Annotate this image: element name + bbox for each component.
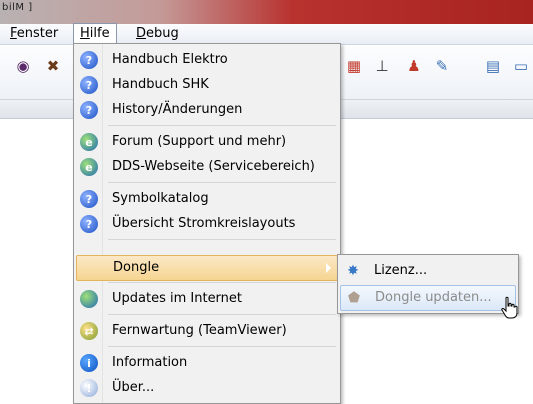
menu-item-label: Fernwartung (TeamViewer) [112, 323, 287, 338]
submenu-item-lizenz[interactable]: ✸ Lizenz... [340, 259, 516, 283]
submenu-item-label: Dongle updaten... [375, 290, 492, 305]
menu-item-dongle[interactable]: Dongle [76, 255, 338, 281]
help-icon: ? [80, 101, 98, 119]
window-title: bilM ] [2, 2, 33, 13]
menu-item-history[interactable]: ? History/Änderungen [76, 98, 338, 122]
menu-item-information[interactable]: i Information [76, 351, 338, 375]
menu-item-label: Dongle [113, 260, 160, 275]
person-icon[interactable]: ♟ [405, 57, 423, 75]
about-icon: ! [80, 379, 98, 397]
menu-debug-label: Debug [136, 26, 179, 41]
text-icon[interactable]: ▭ [512, 57, 530, 75]
submenu-item-dongle-updaten[interactable]: ⬟ Dongle updaten... [340, 285, 516, 311]
teamviewer-icon: ⇄ [80, 322, 98, 340]
menu-item-stromkreislayouts[interactable]: ? Übersicht Stromkreislayouts [76, 212, 338, 236]
menu-item-label: Handbuch SHK [112, 77, 209, 92]
menu-separator [108, 346, 336, 347]
help-icon: ? [80, 190, 98, 208]
menu-item-symbolkatalog[interactable]: ? Symbolkatalog [76, 187, 338, 211]
globe-icon [80, 290, 98, 308]
menu-item-forum[interactable]: e Forum (Support und mehr) [76, 130, 338, 154]
menu-item-label: Handbuch Elektro [112, 52, 228, 67]
web-globe-icon: e [80, 158, 98, 176]
menu-item-label: History/Änderungen [112, 102, 243, 117]
dongle-update-icon: ⬟ [347, 290, 361, 306]
help-icon: ? [80, 51, 98, 69]
eye-icon[interactable]: ◉ [14, 57, 32, 75]
menu-item-label: Information [112, 355, 188, 370]
menu-item-label: Updates im Internet [112, 291, 243, 306]
menu-item-updates[interactable]: Updates im Internet [76, 287, 338, 311]
menu-separator [108, 125, 336, 126]
menu-item-label: Forum (Support und mehr) [112, 134, 287, 149]
table-icon[interactable]: ▦ [345, 57, 363, 75]
menu-item-label: Übersicht Stromkreislayouts [112, 216, 296, 231]
menu-item-handbuch-elektro[interactable]: ? Handbuch Elektro [76, 48, 338, 72]
help-menu-dropdown: ? Handbuch Elektro ? Handbuch SHK ? Hist… [73, 43, 341, 404]
menu-item-label: Über... [112, 380, 155, 395]
menu-item-ueber[interactable]: ! Über... [76, 376, 338, 400]
dongle-submenu: ✸ Lizenz... ⬟ Dongle updaten... [337, 254, 519, 314]
menu-fenster-label: Fenster [10, 26, 59, 41]
help-icon: ? [80, 215, 98, 233]
menu-separator [108, 282, 336, 283]
menu-hilfe-label: Hilfe [80, 26, 110, 41]
menu-separator [108, 314, 336, 315]
connector-icon[interactable]: ⊥ [373, 57, 391, 75]
menu-fenster[interactable]: Fenster [4, 24, 64, 44]
menu-hilfe[interactable]: Hilfe [73, 23, 117, 44]
menu-item-label: Symbolkatalog [112, 191, 209, 206]
web-globe-icon: e [80, 133, 98, 151]
menu-separator [108, 182, 336, 183]
title-bar: bilM ] [0, 0, 533, 24]
hide-eye-icon[interactable]: ✖ [44, 57, 62, 75]
edit-icon[interactable]: ✎ [433, 57, 451, 75]
menu-item-fernwartung[interactable]: ⇄ Fernwartung (TeamViewer) [76, 319, 338, 343]
menu-separator [108, 239, 336, 240]
submenu-item-label: Lizenz... [374, 263, 428, 278]
hand-pointer-icon [501, 296, 518, 319]
menu-item-dds-webseite[interactable]: e DDS-Webseite (Servicebereich) [76, 155, 338, 179]
numbering-icon[interactable]: ▤ [484, 57, 502, 75]
license-gear-icon: ✸ [347, 263, 359, 279]
menu-debug[interactable]: Debug [130, 24, 185, 44]
menu-item-handbuch-shk[interactable]: ? Handbuch SHK [76, 73, 338, 97]
info-icon: i [80, 354, 98, 372]
help-icon: ? [80, 76, 98, 94]
menu-bar: Fenster Hilfe Debug [0, 23, 533, 45]
menu-item-label: DDS-Webseite (Servicebereich) [112, 159, 315, 174]
submenu-arrow-icon [326, 263, 331, 273]
